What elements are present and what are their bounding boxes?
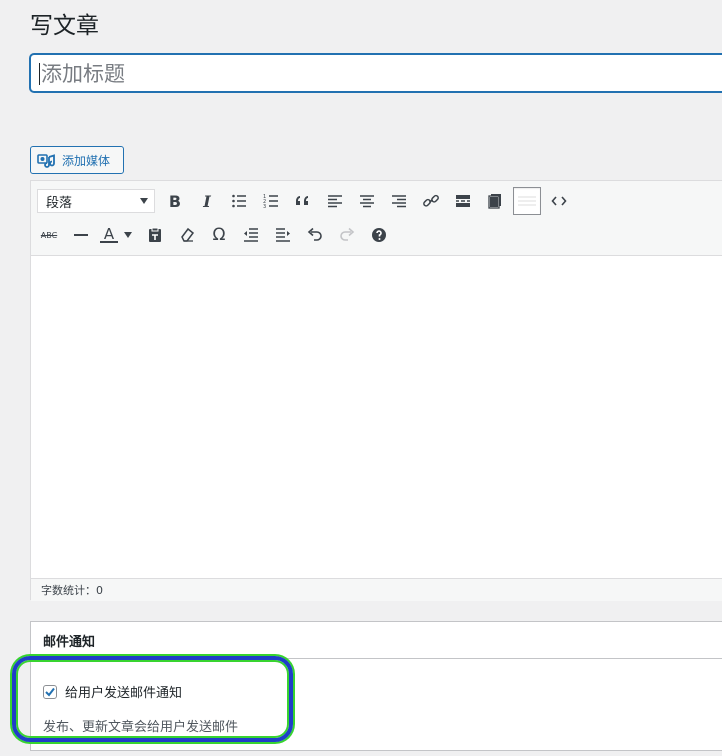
undo-icon [307,227,322,241]
word-count: 字数统计：0 [41,584,103,597]
toolbar-row-2: ABC A Ω [35,219,722,251]
clear-formatting-button[interactable] [173,221,201,249]
indent-icon [276,228,290,242]
redo-button[interactable] [333,221,361,249]
special-character-icon: Ω [212,225,226,245]
redo-icon [340,227,355,241]
link-button[interactable] [417,187,445,215]
align-center-icon [360,195,374,208]
toolbar-toggle-button[interactable] [513,187,541,215]
blockquote-button[interactable] [289,187,317,215]
help-icon [372,228,386,242]
metabox-title: 邮件通知 [31,622,722,659]
text-color-dropdown[interactable] [119,221,137,249]
code-icon [551,196,567,206]
outdent-button[interactable] [237,221,265,249]
format-select[interactable]: 段落 [37,189,155,213]
svg-text:3: 3 [263,204,266,209]
bullet-list-icon [232,194,246,208]
notify-checkbox-label: 给用户发送邮件通知 [65,686,183,701]
editor-status-bar: 字数统计：0 [31,578,722,601]
page-title: 写文章 [30,13,99,39]
italic-button[interactable]: I [193,187,221,215]
special-character-button[interactable]: Ω [205,221,233,249]
chevron-down-icon [140,198,148,204]
mail-notification-metabox: 邮件通知 给用户发送邮件通知 发布、更新文章会给用户发送邮件 [30,621,722,751]
numbered-list-icon: 123 [263,194,278,209]
notify-checkbox[interactable] [43,684,57,699]
undo-button[interactable] [301,221,329,249]
bullet-list-button[interactable] [225,187,253,215]
add-media-button[interactable]: 添加媒体 [30,146,124,174]
text-color-icon: A [100,227,118,243]
read-more-button[interactable] [449,187,477,215]
text-color-button[interactable]: A [99,221,119,249]
editor-content-area[interactable] [31,256,722,556]
fullscreen-icon [488,194,501,209]
read-more-icon [456,195,470,207]
align-center-button[interactable] [353,187,381,215]
bold-button[interactable]: B [161,187,189,215]
outdent-icon [244,228,258,242]
align-right-button[interactable] [385,187,413,215]
text-color-swatch [100,241,118,243]
bold-icon: B [168,191,182,211]
italic-icon: I [203,191,211,211]
add-media-label: 添加媒体 [62,153,111,168]
code-button[interactable] [545,187,573,215]
post-editor: 段落 B I 123 ABC A Ω 字数统计：0 [30,180,722,601]
toolbar-toggle-icon [518,196,536,206]
align-right-icon [392,195,406,208]
indent-button[interactable] [269,221,297,249]
checkmark-icon [45,687,55,697]
post-title-placeholder: 添加标题 [41,62,125,86]
chevron-down-icon [124,232,132,238]
numbered-list-button[interactable]: 123 [257,187,285,215]
notify-checkbox-row[interactable]: 给用户发送邮件通知 [43,682,182,701]
strikethrough-icon: ABC [40,230,58,240]
strikethrough-button[interactable]: ABC [35,221,63,249]
blockquote-icon [296,196,308,205]
horizontal-line-icon [74,234,88,236]
align-left-button[interactable] [321,187,349,215]
link-icon [423,194,439,207]
paste-text-icon [149,227,161,242]
text-color-letter: A [103,225,115,243]
align-left-icon [328,195,342,208]
help-button[interactable] [365,221,393,249]
editor-toolbar: 段落 B I 123 ABC A Ω [31,181,722,256]
horizontal-line-button[interactable] [67,221,95,249]
clear-formatting-icon [181,227,195,242]
toolbar-row-1: 段落 B I 123 [35,185,722,217]
notify-description: 发布、更新文章会给用户发送邮件 [43,720,239,735]
paste-text-button[interactable] [141,221,169,249]
post-title-input[interactable]: 添加标题 [30,54,722,92]
media-icon [37,152,57,168]
fullscreen-button[interactable] [481,187,509,215]
text-caret [39,63,40,85]
format-select-value: 段落 [46,195,73,211]
